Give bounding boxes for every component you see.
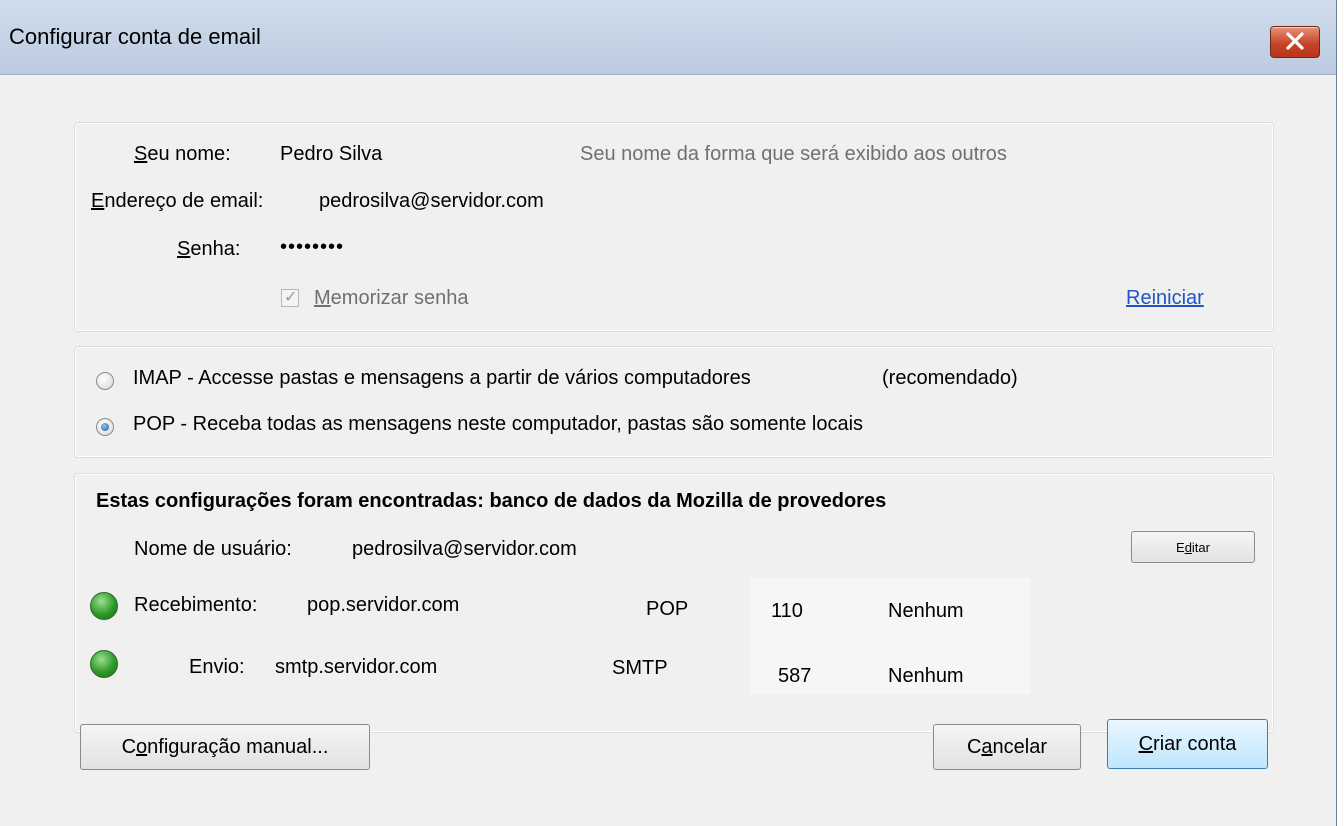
incoming-protocol: POP xyxy=(646,598,689,620)
name-hint: Seu nome da forma que será exibido aos o… xyxy=(580,143,1007,165)
pop-radio[interactable] xyxy=(96,418,114,436)
username-value: pedrosilva@servidor.com xyxy=(352,538,577,560)
password-field[interactable]: •••••••• xyxy=(280,236,344,259)
outgoing-port: 587 xyxy=(778,665,812,687)
name-label: Seu nome: xyxy=(134,143,231,165)
incoming-port: 110 xyxy=(771,600,803,622)
incoming-security: Nenhum xyxy=(888,600,964,622)
found-heading: Estas configurações foram encontradas: b… xyxy=(96,490,887,512)
remember-password-checkbox[interactable]: ✓ xyxy=(281,289,299,307)
edit-button[interactable]: Editar xyxy=(1131,531,1255,563)
outgoing-protocol: SMTP xyxy=(612,657,668,679)
incoming-host: pop.servidor.com xyxy=(307,594,460,616)
cancel-button[interactable]: Cancelar xyxy=(933,724,1081,770)
close-button[interactable] xyxy=(1270,26,1320,58)
username-label: Nome de usuário: xyxy=(134,538,292,560)
email-label: Endereço de email: xyxy=(91,190,264,212)
outgoing-status-icon xyxy=(90,650,118,678)
manual-config-button[interactable]: Configuração manual... xyxy=(80,724,370,770)
password-label: Senha: xyxy=(177,238,241,260)
remember-password-label: Memorizar senha xyxy=(314,287,469,309)
pop-label: POP - Receba todas as mensagens neste co… xyxy=(133,413,864,435)
name-field[interactable]: Pedro Silva xyxy=(280,143,382,166)
email-field[interactable]: pedrosilva@servidor.com xyxy=(319,190,544,213)
check-icon: ✓ xyxy=(284,289,298,306)
title-bar: Configurar conta de email xyxy=(0,0,1336,75)
outgoing-security: Nenhum xyxy=(888,665,964,687)
reset-link[interactable]: Reiniciar xyxy=(1126,287,1204,310)
window-title: Configurar conta de email xyxy=(9,24,261,49)
protocol-group xyxy=(74,346,1274,458)
imap-label: IMAP - Accesse pastas e mensagens a part… xyxy=(133,367,751,389)
create-account-button[interactable]: Criar conta xyxy=(1107,719,1268,769)
imap-note: (recomendado) xyxy=(882,367,1018,389)
incoming-status-icon xyxy=(90,592,118,620)
dialog-window: Configurar conta de email Seu nome: Pedr… xyxy=(0,0,1337,826)
imap-radio[interactable] xyxy=(96,372,114,390)
incoming-label: Recebimento: xyxy=(134,594,258,616)
outgoing-label: Envio: xyxy=(189,656,245,678)
close-icon xyxy=(1286,32,1304,50)
outgoing-host: smtp.servidor.com xyxy=(275,656,438,678)
